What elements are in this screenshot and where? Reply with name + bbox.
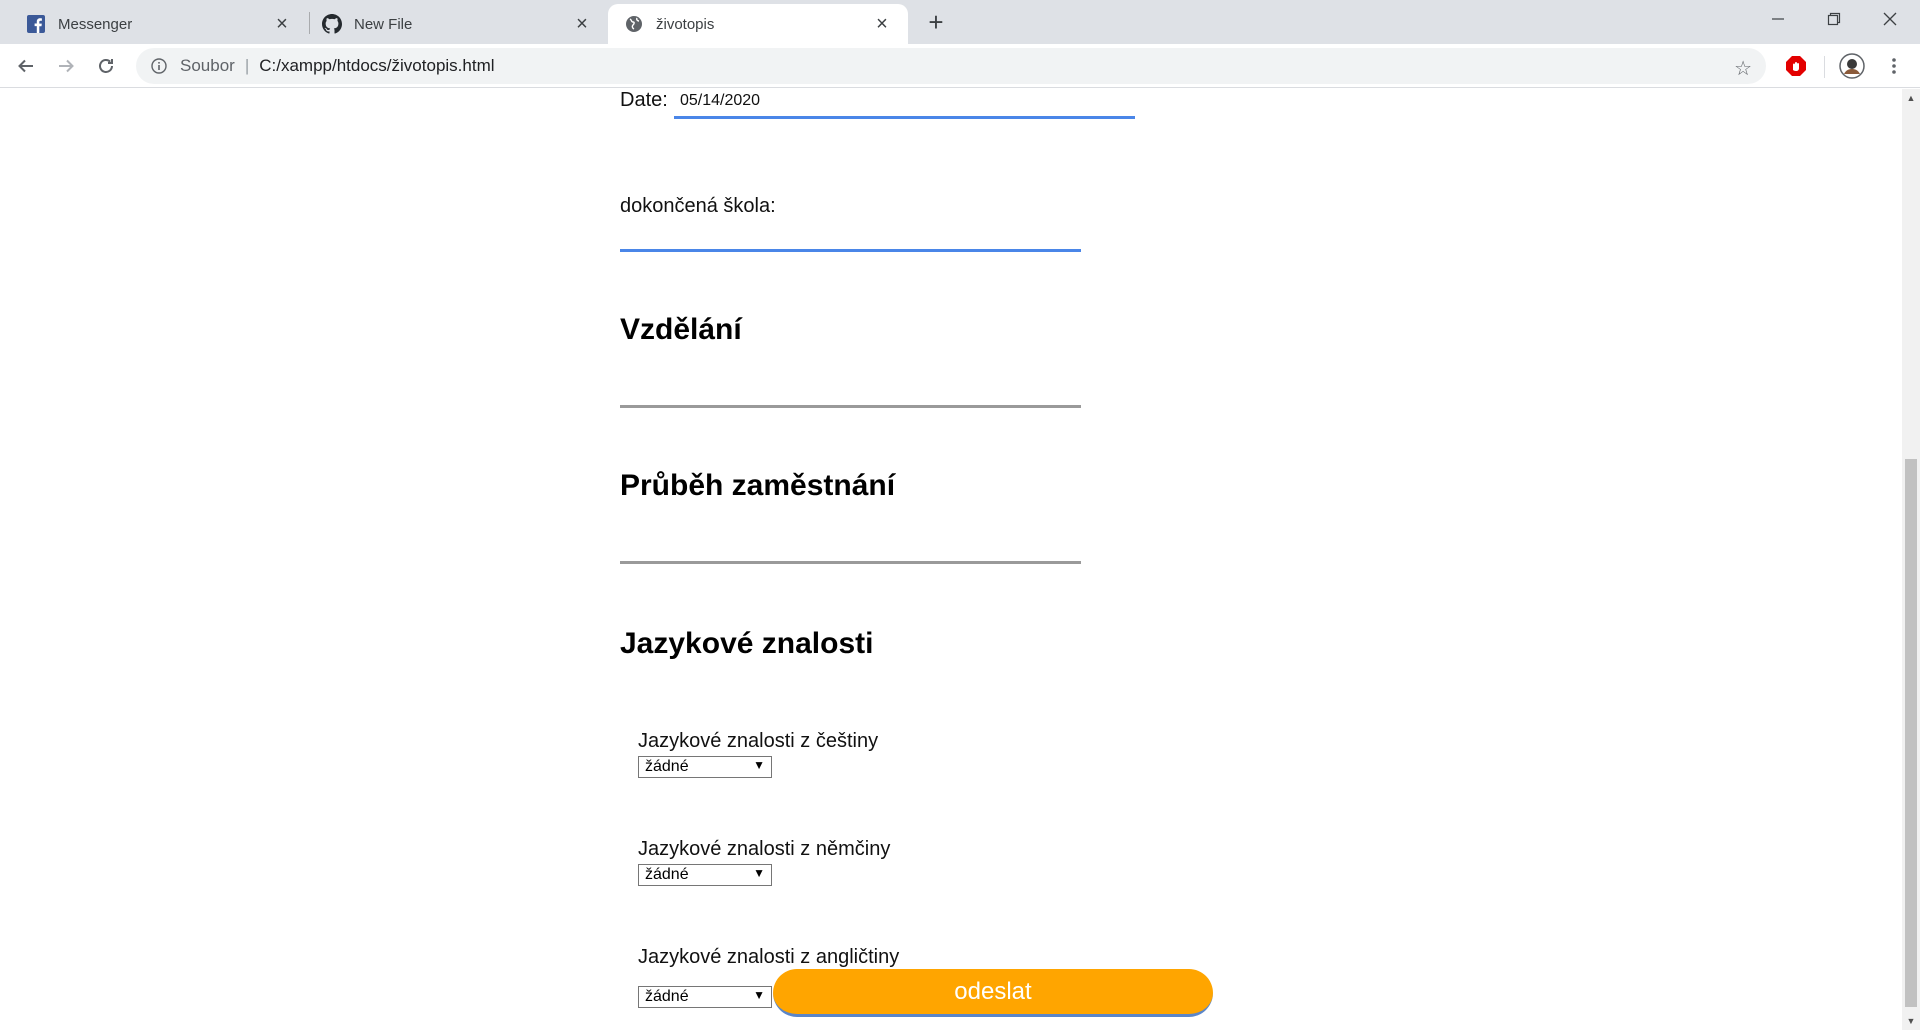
forward-arrow-icon: [59, 59, 74, 73]
reload-button[interactable]: [90, 50, 122, 82]
chevron-down-icon: ▼: [753, 866, 765, 880]
section-title-languages: Jazykové znalosti: [620, 627, 874, 660]
employment-input[interactable]: [620, 561, 1081, 564]
close-icon[interactable]: ×: [270, 12, 294, 36]
back-arrow-icon: [18, 59, 33, 73]
tab-title: New File: [354, 15, 413, 33]
select-value: žádné: [645, 988, 689, 1005]
stop-hand-icon: [1786, 56, 1806, 76]
education-input[interactable]: [620, 405, 1081, 408]
tab-title: životopis: [656, 15, 715, 33]
minimize-button[interactable]: [1750, 0, 1806, 38]
language-czech-label: Jazykové znalosti z češtiny: [638, 730, 879, 752]
close-icon[interactable]: ×: [870, 12, 894, 36]
select-value: žádné: [645, 758, 689, 775]
submit-button[interactable]: odeslat: [773, 969, 1213, 1017]
facebook-icon: [26, 14, 46, 34]
language-english-select[interactable]: žádné ▼: [638, 986, 772, 1008]
date-label: Date:: [620, 89, 668, 111]
page-content: Date: 05/14/2020 dokončená škola: Vzdělá…: [0, 89, 1902, 1030]
tab-new-file[interactable]: New File ×: [310, 4, 608, 44]
school-label: dokončená škola:: [620, 195, 776, 217]
adblock-extension-button[interactable]: [1780, 50, 1812, 82]
github-icon: [322, 14, 342, 34]
school-input[interactable]: [620, 249, 1081, 252]
menu-button[interactable]: [1878, 50, 1910, 82]
profile-button[interactable]: [1836, 50, 1868, 82]
scrollbar-thumb[interactable]: [1905, 459, 1917, 1007]
scroll-down-arrow-icon[interactable]: ▼: [1902, 1012, 1920, 1030]
info-icon[interactable]: [150, 57, 168, 75]
address-scheme: Soubor: [180, 56, 235, 75]
language-german-select[interactable]: žádné ▼: [638, 864, 772, 886]
section-title-employment: Průběh zaměstnání: [620, 469, 896, 502]
language-czech-select[interactable]: žádné ▼: [638, 756, 772, 778]
scroll-up-arrow-icon[interactable]: ▲: [1902, 89, 1920, 107]
address-bar[interactable]: Soubor | C:/xampp/htdocs/životopis.html …: [136, 48, 1766, 84]
back-button[interactable]: [10, 50, 42, 82]
globe-icon: [624, 14, 644, 34]
close-icon[interactable]: ×: [570, 12, 594, 36]
bookmark-star-icon[interactable]: ☆: [1734, 56, 1752, 81]
tab-messenger[interactable]: Messenger ×: [0, 4, 308, 44]
reload-icon: [99, 59, 113, 73]
vertical-scrollbar[interactable]: ▲ ▼: [1902, 89, 1920, 1030]
avatar: [1839, 53, 1865, 79]
kebab-menu-icon: [1892, 58, 1896, 74]
tab-strip: Messenger × New File × životopis × +: [0, 0, 1920, 44]
new-tab-button[interactable]: +: [922, 7, 950, 37]
date-input-underline: [674, 116, 1135, 119]
restore-button[interactable]: [1806, 0, 1862, 38]
close-window-button[interactable]: [1862, 0, 1918, 38]
language-german-label: Jazykové znalosti z němčiny: [638, 838, 891, 860]
chevron-down-icon: ▼: [753, 988, 765, 1002]
tab-title: Messenger: [58, 15, 133, 33]
forward-button[interactable]: [50, 50, 82, 82]
address-separator: |: [244, 56, 250, 75]
chevron-down-icon: ▼: [753, 758, 765, 772]
address-url[interactable]: C:/xampp/htdocs/životopis.html: [259, 56, 494, 76]
browser-toolbar: Soubor | C:/xampp/htdocs/životopis.html …: [0, 44, 1920, 88]
section-title-education: Vzdělání: [620, 313, 742, 346]
toolbar-divider: [1824, 56, 1825, 78]
date-input[interactable]: 05/14/2020: [680, 92, 760, 110]
select-value: žádné: [645, 866, 689, 883]
tab-zivotopis[interactable]: životopis ×: [608, 4, 908, 44]
language-english-label: Jazykové znalosti z angličtiny: [638, 946, 900, 968]
